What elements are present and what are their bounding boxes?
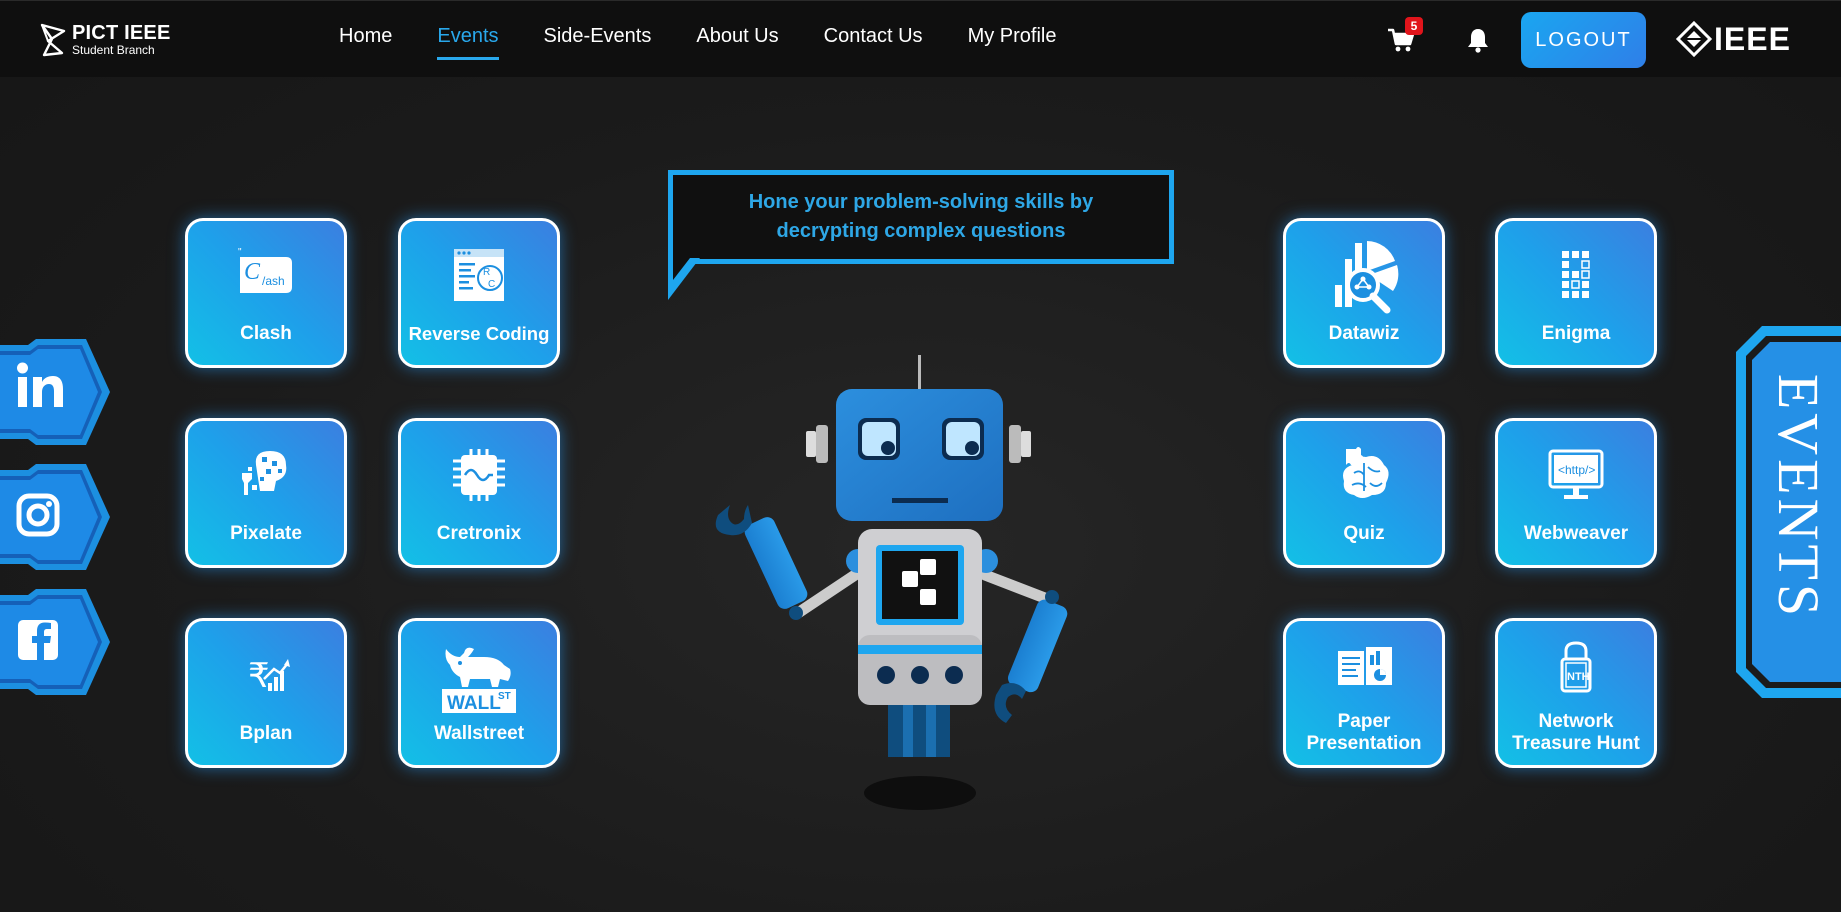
event-card-enigma[interactable]: Enigma — [1495, 218, 1657, 368]
speech-bubble-tail — [668, 258, 700, 300]
nav-contact-us[interactable]: Contact Us — [824, 25, 923, 60]
enigma-icon — [1562, 251, 1590, 298]
event-description: Hone your problem-solving skills by decr… — [748, 191, 1094, 242]
bell-icon — [1468, 29, 1488, 53]
event-card-network-treasure-hunt[interactable]: NTH Network Treasure Hunt — [1495, 618, 1657, 768]
quiz-brain-icon — [1343, 447, 1389, 498]
brand-subtitle: Student Branch — [72, 42, 155, 57]
bplan-rupee-icon: ₹ — [248, 656, 290, 696]
clash-icon: C /ash " — [238, 247, 292, 293]
robot-mascot-illustration — [715, 355, 1068, 810]
logout-button[interactable]: LOGOUT — [1521, 12, 1646, 68]
cart-button[interactable]: 5 — [1386, 17, 1423, 55]
event-card-webweaver[interactable]: <http/> Webweaver — [1495, 418, 1657, 568]
brand-logo[interactable]: PICT IEEE Student Branch — [38, 19, 171, 59]
linkedin-icon — [0, 339, 110, 445]
event-card-datawiz[interactable]: Datawiz — [1283, 218, 1445, 368]
event-card-label: Wallstreet — [433, 723, 525, 744]
event-card-cretronix[interactable]: Cretronix — [398, 418, 560, 568]
event-card-quiz[interactable]: Quiz — [1283, 418, 1445, 568]
speech-bubble: Hone your problem-solving skills by decr… — [668, 170, 1174, 264]
cart-count-badge: 5 — [1405, 17, 1423, 35]
ieee-logo-text: IEEE — [1714, 20, 1791, 57]
ieee-logo[interactable]: IEEE — [1676, 21, 1791, 57]
cretronix-chip-icon — [453, 449, 505, 501]
notifications-button[interactable] — [1464, 26, 1492, 54]
nav-my-profile[interactable]: My Profile — [968, 25, 1057, 60]
svg-text:NTH: NTH — [1567, 671, 1590, 683]
facebook-link[interactable] — [0, 587, 112, 697]
event-card-pixelate[interactable]: Pixelate — [185, 418, 347, 568]
instagram-icon — [0, 464, 110, 570]
event-card-clash[interactable]: C /ash " Clash — [185, 218, 347, 368]
event-card-paper-presentation[interactable]: Paper Presentation — [1283, 618, 1445, 768]
event-card-label: Datawiz — [1328, 323, 1400, 344]
webweaver-monitor-icon: <http/> — [1548, 449, 1604, 499]
event-card-label: Cretronix — [436, 523, 522, 544]
nav-side-events[interactable]: Side-Events — [544, 25, 652, 60]
svg-text:ST: ST — [498, 691, 511, 702]
nav-about-us[interactable]: About Us — [696, 25, 778, 60]
event-card-label: Network Treasure Hunt — [1512, 711, 1640, 754]
brand-title: PICT IEEE — [72, 21, 171, 44]
reverse-coding-icon: R C — [454, 249, 504, 301]
event-card-label: Webweaver — [1523, 523, 1629, 544]
paper-presentation-icon — [1338, 647, 1392, 685]
instagram-link[interactable] — [0, 462, 112, 572]
pict-ieee-logo-icon — [40, 23, 66, 57]
event-card-bplan[interactable]: ₹ Bplan — [185, 618, 347, 768]
wallstreet-bull-icon: WALL ST — [442, 647, 516, 714]
events-tab-label: EVENTS — [1766, 373, 1831, 621]
event-card-label: Bplan — [239, 723, 293, 744]
svg-text:": " — [238, 247, 242, 258]
network-treasure-hunt-icon: NTH — [1560, 641, 1592, 693]
main-nav: Home Events Side-Events About Us Contact… — [339, 25, 1101, 60]
event-card-label: Reverse Coding — [408, 323, 550, 344]
nav-home[interactable]: Home — [339, 25, 392, 60]
svg-text:R: R — [483, 267, 490, 278]
event-card-label: Paper Presentation — [1306, 711, 1422, 754]
linkedin-link[interactable] — [0, 337, 112, 447]
facebook-icon — [0, 589, 110, 695]
navbar: PICT IEEE Student Branch Home Events Sid… — [0, 0, 1841, 77]
event-card-label: Clash — [240, 323, 292, 344]
svg-text:WALL: WALL — [447, 693, 501, 714]
event-card-reverse-coding[interactable]: R C Reverse Coding — [398, 218, 560, 368]
svg-text:<http/>: <http/> — [1558, 463, 1595, 477]
svg-text:C: C — [488, 279, 495, 290]
svg-text:C: C — [244, 259, 261, 285]
event-card-label: Enigma — [1541, 323, 1611, 344]
event-card-label: Pixelate — [230, 523, 302, 544]
event-card-label: Quiz — [1343, 523, 1385, 544]
event-card-wallstreet[interactable]: WALL ST Wallstreet — [398, 618, 560, 768]
svg-text:/ash: /ash — [262, 274, 285, 288]
ieee-diamond-icon — [1676, 21, 1712, 57]
nav-events[interactable]: Events — [437, 25, 499, 60]
datawiz-chart-icon — [1335, 241, 1399, 314]
pixelate-icon — [242, 451, 287, 495]
